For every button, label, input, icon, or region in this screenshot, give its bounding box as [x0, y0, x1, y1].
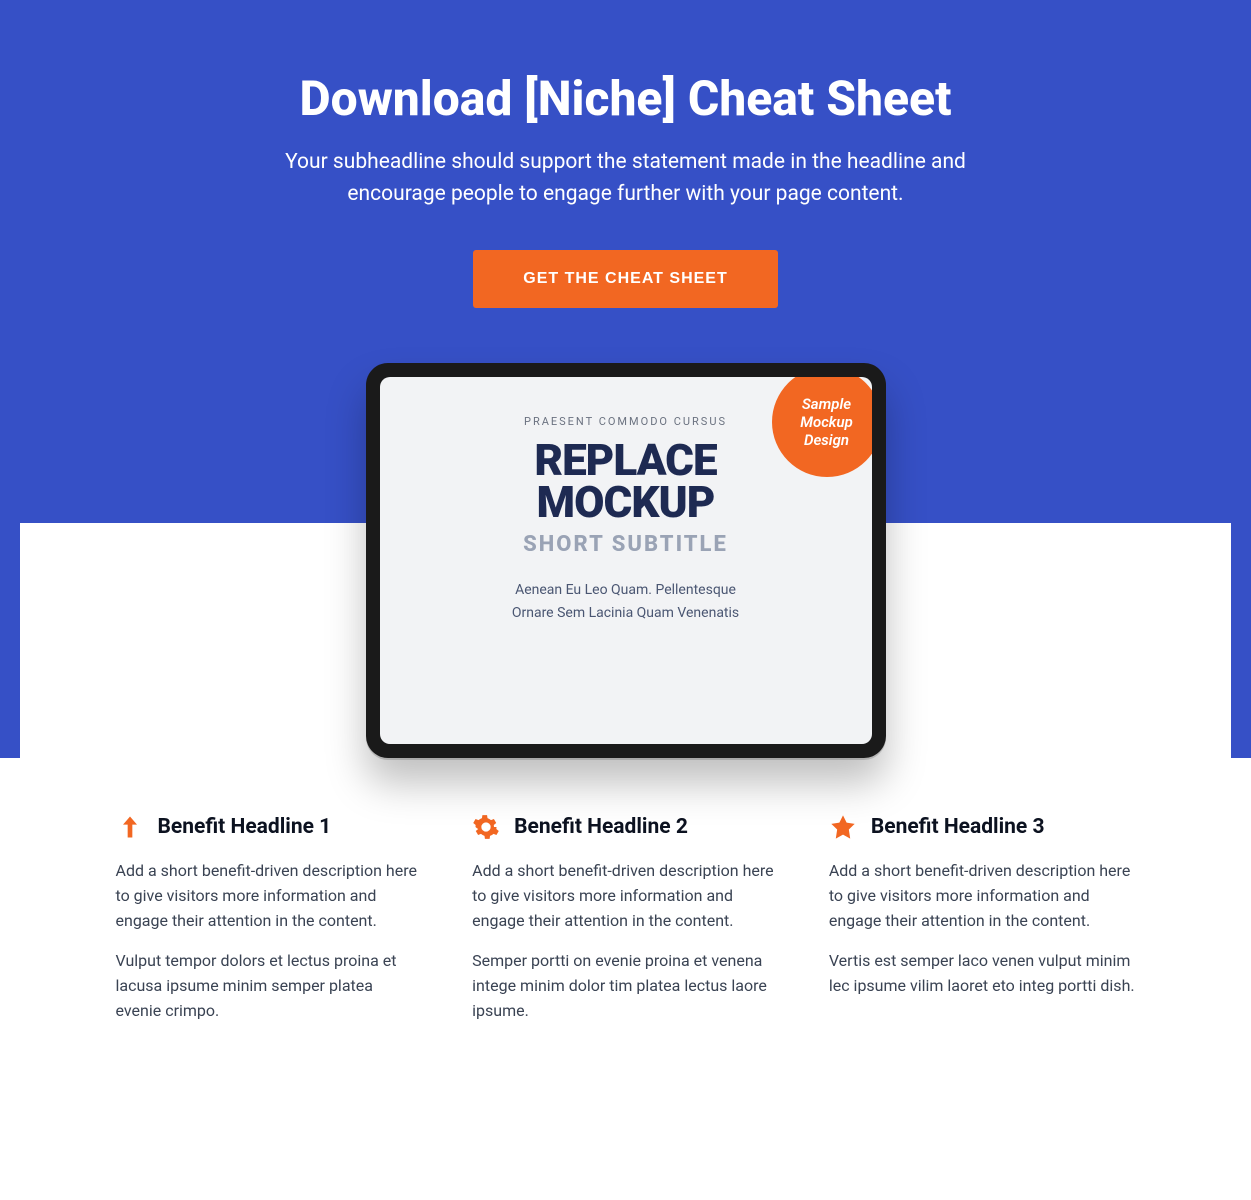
mockup-body: Aenean Eu Leo Quam. Pellentesque Ornare … — [512, 579, 739, 627]
mockup-body-line: Ornare Sem Lacinia Quam Venenatis — [512, 602, 739, 626]
benefit-text: Add a short benefit-driven description h… — [472, 859, 779, 933]
badge-line: Sample — [802, 395, 851, 413]
benefit-headline: Benefit Headline 3 — [871, 815, 1045, 839]
benefits-section: Benefit Headline 1 Add a short benefit-d… — [66, 758, 1186, 1100]
mockup-container: Sample Mockup Design PRAESENT COMMODO CU… — [20, 363, 1231, 758]
mockup-title: REPLACE MOCKUP — [534, 440, 716, 524]
benefit-headline: Benefit Headline 1 — [158, 815, 332, 839]
tablet-screen: Sample Mockup Design PRAESENT COMMODO CU… — [380, 377, 872, 744]
benefit-text: Vulput tempor dolors et lectus proina et… — [116, 949, 423, 1023]
hero-headline: Download [Niche] Cheat Sheet — [176, 70, 1076, 127]
benefit-item: Benefit Headline 3 Add a short benefit-d… — [829, 813, 1136, 1040]
badge-line: Design — [804, 431, 849, 449]
benefit-text: Vertis est semper laco venen vulput mini… — [829, 949, 1136, 999]
hero-section: Download [Niche] Cheat Sheet Your subhea… — [0, 0, 1251, 758]
sample-badge: Sample Mockup Design — [772, 377, 872, 477]
arrow-up-icon — [116, 813, 144, 841]
mockup-body-line: Aenean Eu Leo Quam. Pellentesque — [512, 579, 739, 603]
benefit-text: Semper portti on evenie proina et venena… — [472, 949, 779, 1023]
badge-line: Mockup — [800, 413, 853, 431]
tablet-mockup: Sample Mockup Design PRAESENT COMMODO CU… — [366, 363, 886, 758]
benefit-text: Add a short benefit-driven description h… — [829, 859, 1136, 933]
benefit-text: Add a short benefit-driven description h… — [116, 859, 423, 933]
star-icon — [829, 813, 857, 841]
hero-subheadline: Your subheadline should support the stat… — [266, 147, 986, 210]
cta-button[interactable]: GET THE CHEAT SHEET — [473, 250, 778, 308]
mockup-title-line: MOCKUP — [534, 482, 716, 524]
mockup-subtitle: SHORT SUBTITLE — [523, 532, 728, 557]
benefit-headline: Benefit Headline 2 — [514, 815, 688, 839]
benefit-item: Benefit Headline 1 Add a short benefit-d… — [116, 813, 423, 1040]
gear-icon — [472, 813, 500, 841]
mockup-eyebrow: PRAESENT COMMODO CURSUS — [524, 415, 727, 428]
benefit-item: Benefit Headline 2 Add a short benefit-d… — [472, 813, 779, 1040]
